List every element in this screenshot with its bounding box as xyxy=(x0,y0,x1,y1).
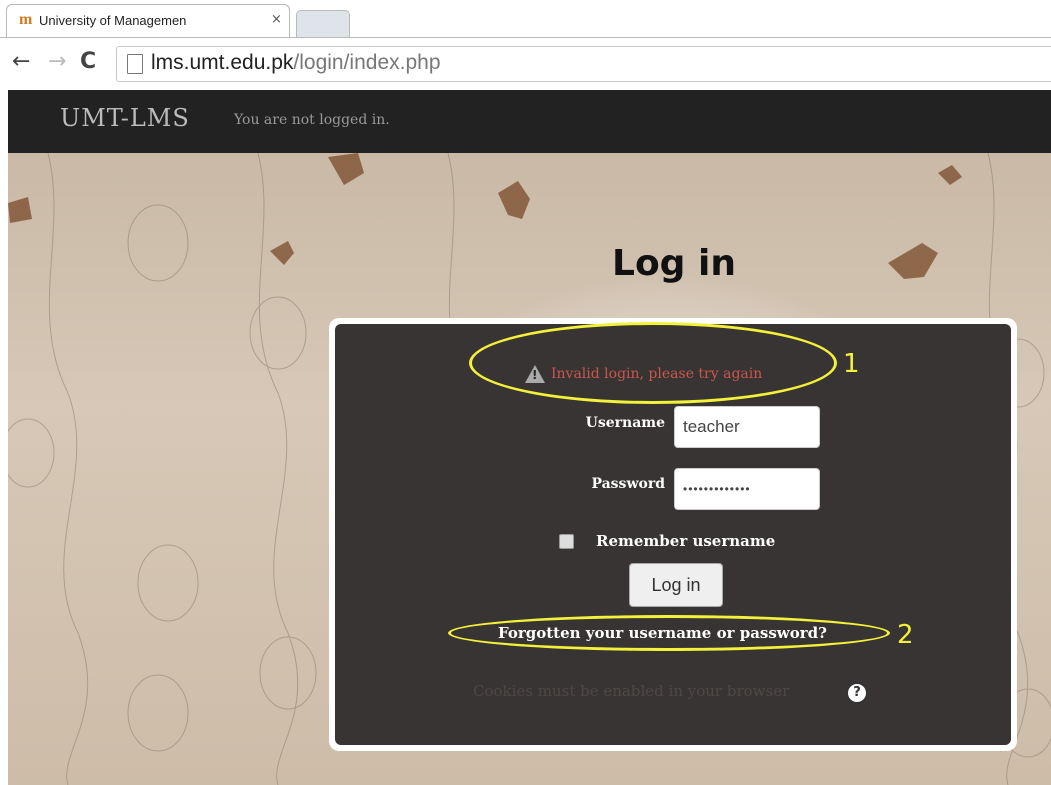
tab-title: University of Managemen xyxy=(39,13,187,28)
url-domain: lms.umt.edu.pk xyxy=(151,51,294,74)
annotation-ellipse-2 xyxy=(448,615,890,651)
url-text: lms.umt.edu.pk/login/index.php xyxy=(151,51,441,75)
login-button[interactable]: Log in xyxy=(629,563,723,607)
url-path: /login/index.php xyxy=(293,51,441,74)
login-status: You are not logged in. xyxy=(234,112,390,128)
tab-close-icon[interactable]: × xyxy=(271,12,282,27)
password-input[interactable]: ••••••••••••• xyxy=(674,468,820,510)
remember-username-label[interactable]: Remember username xyxy=(596,532,775,550)
back-arrow-icon[interactable]: ← xyxy=(12,50,30,74)
site-navbar: UMT-LMS You are not logged in. xyxy=(8,90,1051,153)
browser-tab-bar: m University of Managemen × xyxy=(0,0,1051,38)
forward-arrow-icon[interactable]: → xyxy=(48,50,66,74)
address-bar[interactable]: lms.umt.edu.pk/login/index.php xyxy=(116,46,1051,82)
browser-toolbar: ← → C lms.umt.edu.pk/login/index.php xyxy=(0,38,1051,90)
annotation-label-1: 1 xyxy=(843,349,860,379)
help-icon[interactable]: ? xyxy=(846,682,868,704)
annotation-label-2: 2 xyxy=(897,620,914,650)
moodle-favicon-icon: m xyxy=(19,11,33,28)
password-label: Password xyxy=(591,476,665,492)
browser-tab[interactable]: m University of Managemen × xyxy=(6,4,290,38)
new-tab-button[interactable] xyxy=(296,10,350,37)
cookies-notice: Cookies must be enabled in your browser xyxy=(473,682,790,700)
login-heading: Log in xyxy=(612,243,736,284)
remember-username-row: Remember username xyxy=(559,532,775,550)
remember-username-checkbox[interactable] xyxy=(559,533,574,549)
page-icon xyxy=(127,54,143,74)
site-brand[interactable]: UMT-LMS xyxy=(60,104,190,132)
username-input[interactable]: teacher xyxy=(674,406,820,448)
reload-icon[interactable]: C xyxy=(80,50,96,74)
username-label: Username xyxy=(585,415,665,431)
annotation-ellipse-1 xyxy=(469,322,837,404)
